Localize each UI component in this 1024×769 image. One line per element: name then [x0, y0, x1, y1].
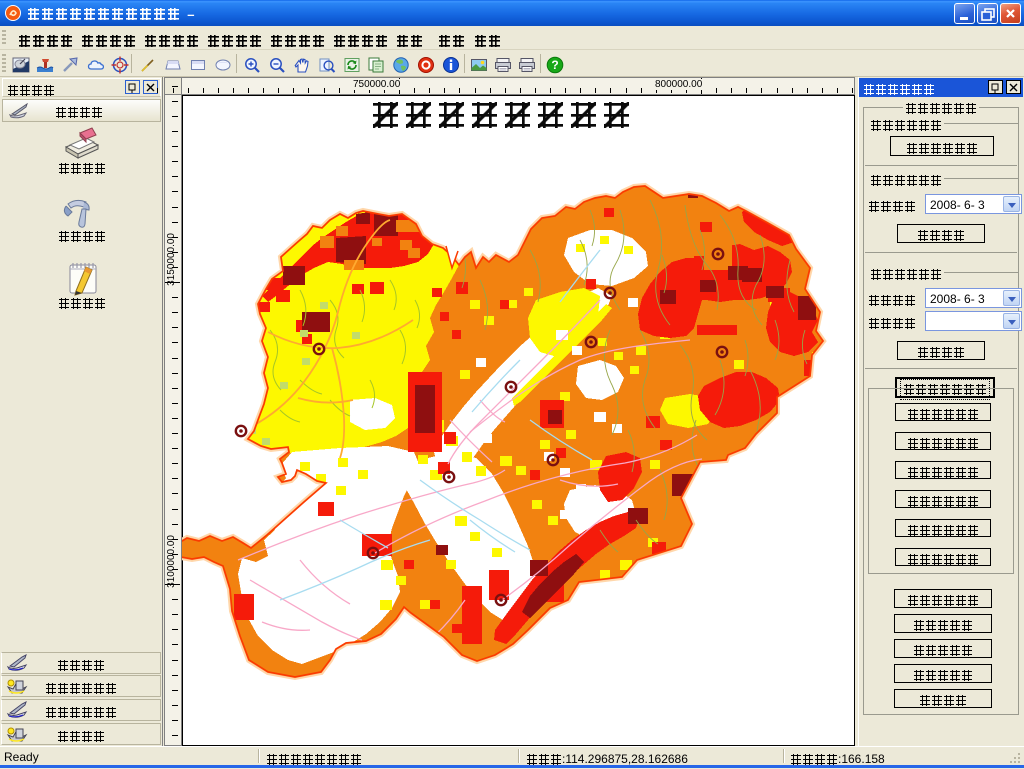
svg-text:?: ? [551, 58, 558, 72]
